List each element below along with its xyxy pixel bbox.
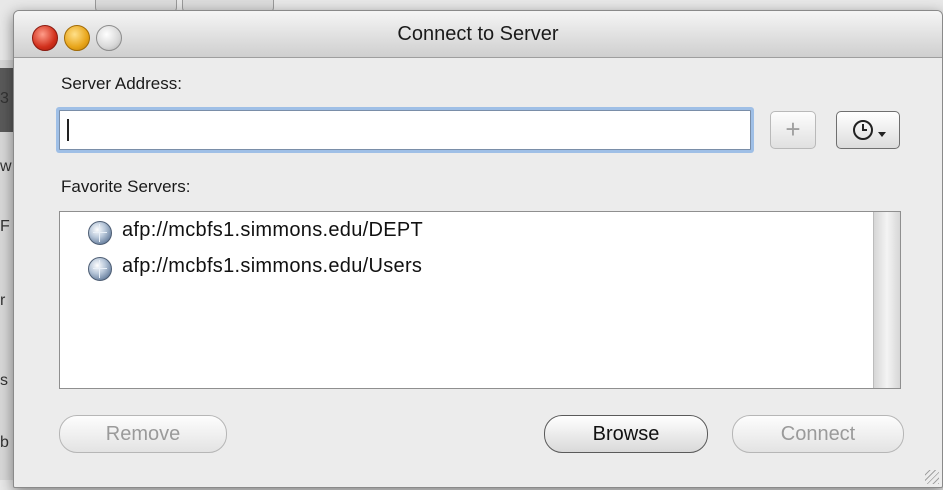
server-address-field[interactable] [59,110,751,150]
server-address-input[interactable] [60,111,742,149]
clock-icon [853,120,873,140]
background-edge-text: s [0,372,8,389]
background-edge-text: r [0,292,6,309]
window-title: Connect to Server [397,23,559,45]
background-edge-text: w [0,158,12,175]
server-address-label: Server Address: [61,74,182,93]
title-bar[interactable]: Connect to Server [14,11,942,58]
server-url: afp://mcbfs1.simmons.edu/DEPT [122,219,424,241]
connect-button[interactable]: Connect [732,415,904,453]
add-to-favorites-button[interactable]: + [770,111,816,149]
background-edge-text: 3 [0,90,9,107]
favorite-servers-list[interactable]: afp://mcbfs1.simmons.edu/DEPT afp://mcbf… [59,211,901,389]
list-item[interactable]: afp://mcbfs1.simmons.edu/Users [60,251,870,287]
browse-button[interactable]: Browse [544,415,708,453]
globe-icon [88,257,112,281]
background-edge-text: b [0,434,9,451]
recent-servers-button[interactable] [836,111,900,149]
favorite-servers-label: Favorite Servers: [61,177,191,196]
chevron-down-icon [878,132,886,137]
globe-icon [88,221,112,245]
remove-button[interactable]: Remove [59,415,227,453]
vertical-scrollbar[interactable] [873,212,900,388]
resize-grip[interactable] [925,470,939,484]
connect-to-server-dialog: Connect to Server Server Address: + Favo… [13,10,943,488]
server-url: afp://mcbfs1.simmons.edu/Users [122,255,423,277]
list-item[interactable]: afp://mcbfs1.simmons.edu/DEPT [60,215,870,251]
text-cursor [67,119,69,141]
background-edge-text: F [0,218,10,235]
